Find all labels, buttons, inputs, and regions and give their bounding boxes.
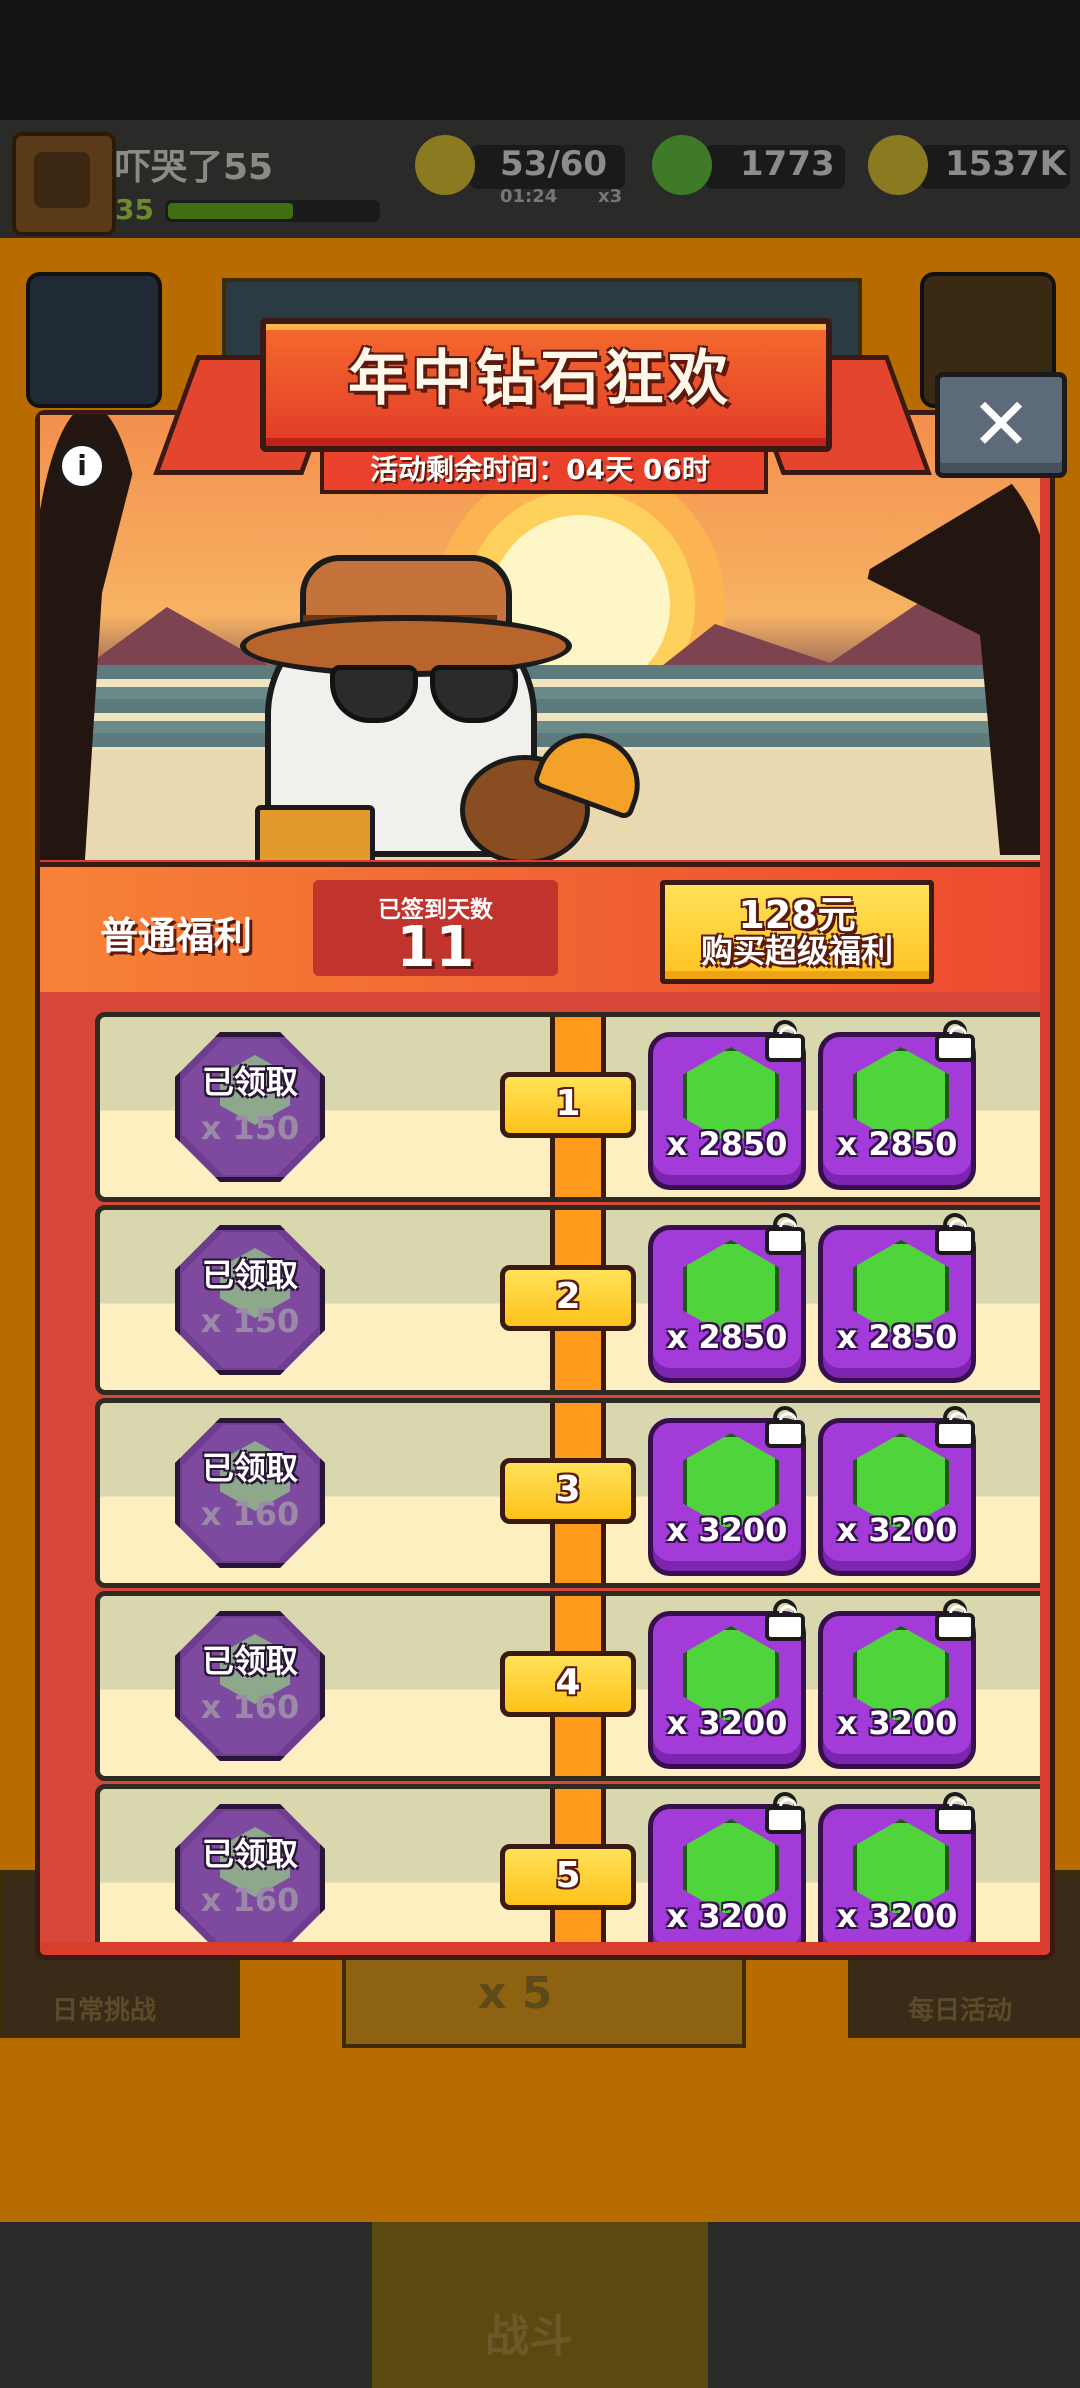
system-status-area [0, 0, 1080, 120]
daily-activity-label: 每日活动 [908, 1996, 1013, 2026]
event-title: 年中钻石狂欢 [348, 344, 732, 414]
nav-equipment[interactable] [184, 2222, 375, 2388]
player-level: 35 [115, 193, 154, 226]
super-qty: x 2850 [836, 1125, 958, 1163]
energy-multiplier: x3 [598, 186, 623, 207]
coin-plus-icon[interactable] [868, 135, 928, 195]
event-countdown: 活动剩余时间：04天 06时 [370, 453, 710, 486]
daily-challenge-label: 日常挑战 [52, 1996, 157, 2026]
close-icon: ✕ [970, 382, 1032, 466]
energy-timer: 01:24 [500, 186, 558, 207]
suitcase-graphic [255, 805, 375, 860]
xp-bar-fill [168, 203, 293, 219]
player-avatar[interactable] [12, 132, 116, 236]
lock-icon [765, 1406, 805, 1448]
day-badge: 2 [500, 1265, 636, 1331]
free-qty: x 160 [200, 1688, 300, 1726]
claimed-label: 已领取 [201, 1642, 298, 1680]
nav-evolution[interactable] [896, 2222, 1080, 2388]
day-badge: 5 [500, 1844, 636, 1910]
lock-icon [935, 1792, 975, 1834]
super-qty: x 3200 [666, 1704, 788, 1742]
gem-plus-icon[interactable] [652, 135, 712, 195]
super-qty: x 3200 [666, 1511, 788, 1549]
nav-shop[interactable] [0, 2222, 187, 2388]
claimed-label: 已领取 [201, 1449, 298, 1487]
lens [330, 665, 418, 723]
free-qty: x 150 [200, 1302, 300, 1340]
super-qty: x 2850 [666, 1125, 788, 1163]
super-label: 购买超级福利 [700, 932, 893, 970]
lock-icon [765, 1020, 805, 1062]
super-qty: x 3200 [836, 1511, 958, 1549]
claimed-label: 已领取 [201, 1256, 298, 1294]
lens [430, 665, 518, 723]
claimed-label: 已领取 [201, 1835, 298, 1873]
close-button[interactable]: ✕ [935, 372, 1067, 478]
info-icon[interactable]: i [58, 442, 106, 490]
reward-row: 已领取 x 150 1 x 2850 x 2850 [95, 1012, 1040, 1202]
energy-cost-label: x 5 [478, 1968, 553, 2019]
free-qty: x 160 [200, 1495, 300, 1533]
lock-icon [935, 1213, 975, 1255]
super-qty: x 2850 [836, 1318, 958, 1356]
day-badge: 4 [500, 1651, 636, 1717]
reward-row: 已领取 x 160 3 x 3200 x 3200 [95, 1398, 1040, 1588]
super-qty: x 3200 [666, 1897, 788, 1935]
lock-icon [935, 1599, 975, 1641]
free-qty: x 160 [200, 1881, 300, 1919]
nav-talents[interactable] [708, 2222, 899, 2388]
reward-list[interactable]: 已领取 x 150 1 x 2850 x 2850 已领取 x 150 2 x … [40, 992, 1040, 1942]
energy-icon [415, 135, 475, 195]
sunglasses-graphic [330, 665, 520, 723]
free-qty: x 150 [200, 1109, 300, 1147]
super-qty: x 2850 [666, 1318, 788, 1356]
signed-days-value: 11 [396, 915, 475, 980]
lock-icon [935, 1020, 975, 1062]
lock-icon [765, 1792, 805, 1834]
coin-value: 1537K [945, 144, 1066, 184]
super-qty: x 3200 [836, 1897, 958, 1935]
reward-row: 已领取 x 160 5 x 3200 x 3200 [95, 1784, 1040, 1942]
lock-icon [765, 1213, 805, 1255]
super-qty: x 3200 [836, 1704, 958, 1742]
nav-battle-label: 战斗 [485, 2311, 573, 2362]
reward-row: 已领取 x 150 2 x 2850 x 2850 [95, 1205, 1040, 1395]
claimed-label: 已领取 [201, 1063, 298, 1101]
normal-tier-label: 普通福利 [100, 914, 253, 958]
day-badge: 1 [500, 1072, 636, 1138]
reward-row: 已领取 x 160 4 x 3200 x 3200 [95, 1591, 1040, 1781]
gem-value: 1773 [740, 144, 835, 184]
energy-value: 53/60 [500, 144, 608, 184]
player-name: 吓哭了55 [115, 147, 274, 188]
lock-icon [765, 1599, 805, 1641]
day-badge: 3 [500, 1458, 636, 1524]
menu-button[interactable] [26, 272, 162, 408]
lock-icon [935, 1406, 975, 1448]
